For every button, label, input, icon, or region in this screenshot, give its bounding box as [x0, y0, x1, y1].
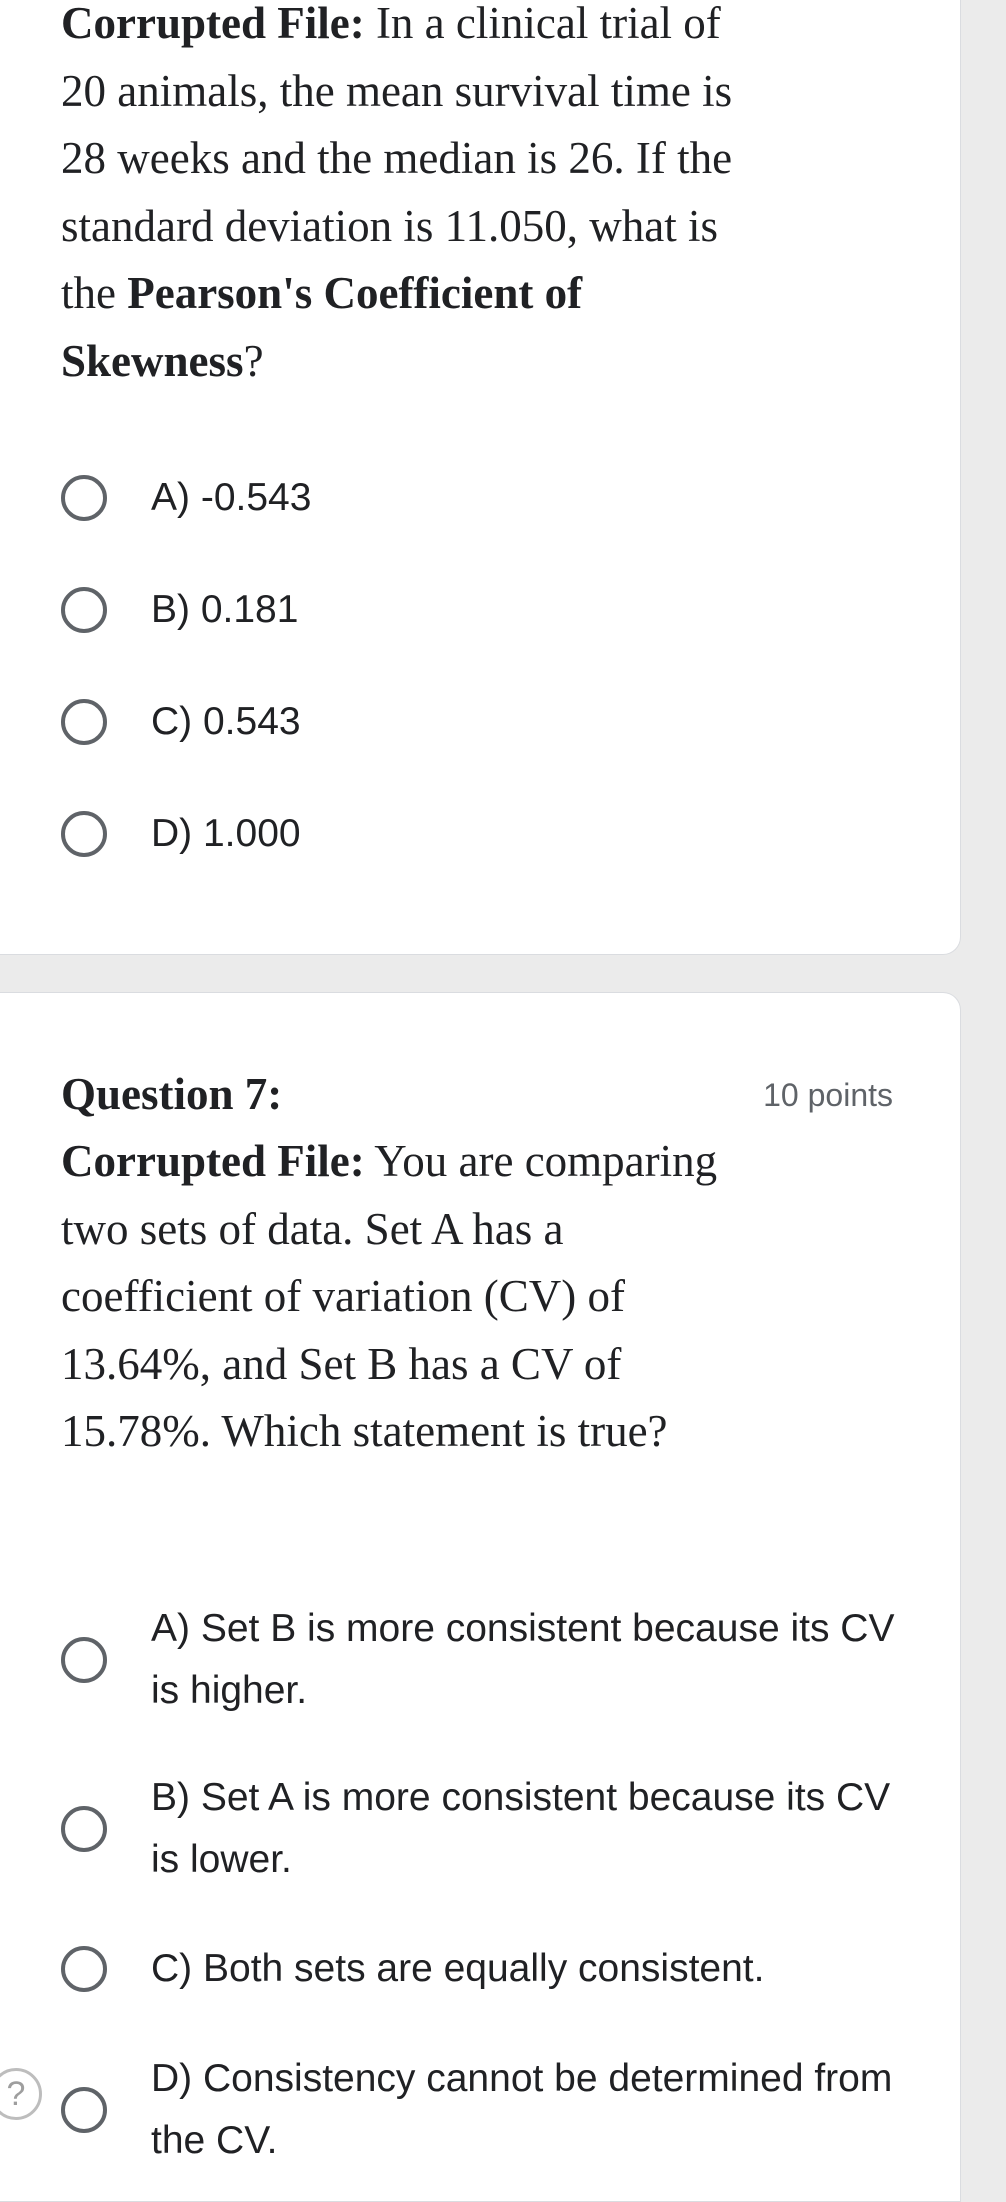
q6-option-c[interactable]: C) 0.543 [61, 691, 901, 753]
radio-button[interactable] [61, 1806, 107, 1852]
q6-option-a[interactable]: A) -0.543 [61, 467, 901, 529]
radio-button[interactable] [61, 811, 107, 857]
q7-option-b[interactable]: B) Set A is more consistent because its … [61, 1767, 901, 1891]
radio-button[interactable] [61, 1946, 107, 1992]
radio-button[interactable] [61, 475, 107, 521]
question-7-title: Question 7: [61, 1069, 283, 1119]
radio-button[interactable] [61, 587, 107, 633]
option-label: C) Both sets are equally consistent. [151, 1947, 765, 1990]
q7-option-c[interactable]: C) Both sets are equally consistent. [61, 1938, 901, 2000]
q7-option-a[interactable]: A) Set B is more consistent because its … [61, 1598, 901, 1722]
question-7-text: Corrupted File: You are comparing two se… [61, 1128, 761, 1466]
option-label: B) Set A is more consistent because its … [151, 1776, 891, 1881]
question-6-end: ? [243, 335, 264, 386]
option-label: A) Set B is more consistent because its … [151, 1607, 895, 1712]
question-7-prefix: Corrupted File: [61, 1136, 365, 1186]
option-label: B) 0.181 [151, 588, 299, 631]
radio-button[interactable] [61, 1637, 107, 1683]
option-label: D) 1.000 [151, 812, 301, 855]
question-7-points: 10 points [763, 1077, 893, 1113]
q6-option-b[interactable]: B) 0.181 [61, 579, 901, 641]
option-label: A) -0.543 [151, 476, 312, 519]
option-label: C) 0.543 [151, 700, 301, 743]
option-label: D) Consistency cannot be determined from… [151, 2057, 893, 2162]
q6-option-d[interactable]: D) 1.000 [61, 803, 901, 865]
question-6-prefix: Corrupted File: [61, 0, 365, 48]
radio-button[interactable] [61, 2087, 107, 2133]
radio-button[interactable] [61, 699, 107, 745]
question-6-text: Corrupted File: In a clinical trial of 2… [61, 0, 761, 395]
question-6-emphasis: Pearson's Coefficient of Skewness [61, 268, 583, 386]
q7-option-d[interactable]: D) Consistency cannot be determined from… [61, 2048, 901, 2172]
